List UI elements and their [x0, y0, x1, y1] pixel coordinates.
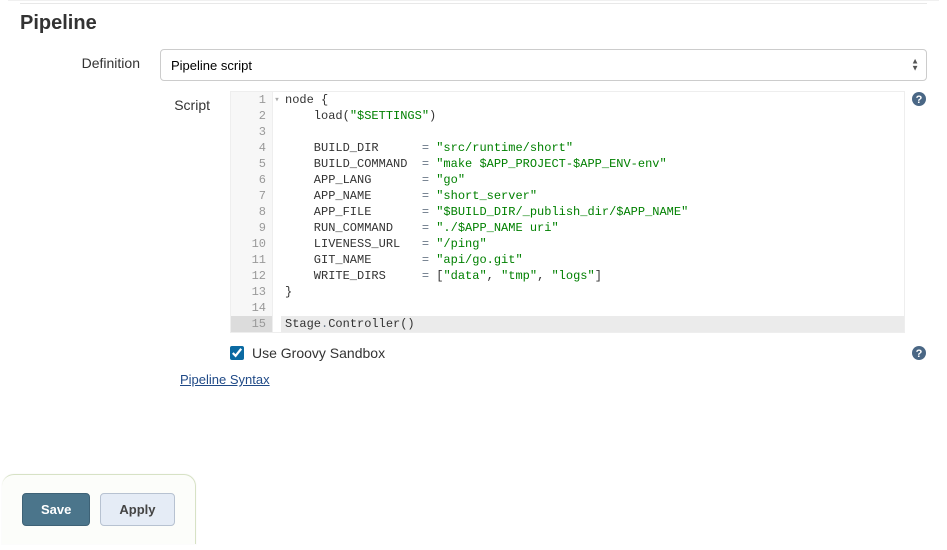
code-text[interactable]: Stage.Controller()	[281, 316, 904, 332]
code-line[interactable]: 2 load("$SETTINGS")	[231, 108, 904, 124]
line-number: 4	[231, 140, 273, 156]
line-number: 6	[231, 172, 273, 188]
definition-select[interactable]: Pipeline script	[160, 49, 927, 81]
fold-icon	[273, 316, 281, 332]
help-icon[interactable]: ?	[905, 91, 927, 107]
line-number: 7	[231, 188, 273, 204]
code-text[interactable]: APP_NAME = "short_server"	[281, 188, 904, 204]
code-text[interactable]: APP_LANG = "go"	[281, 172, 904, 188]
line-number: 15	[231, 316, 273, 332]
fold-icon	[273, 108, 281, 124]
code-line[interactable]: 6 APP_LANG = "go"	[231, 172, 904, 188]
code-text[interactable]	[281, 300, 904, 316]
fold-icon	[273, 140, 281, 156]
svg-text:?: ?	[916, 348, 923, 360]
code-text[interactable]: node {	[281, 92, 904, 108]
svg-text:?: ?	[916, 94, 923, 106]
line-number: 8	[231, 204, 273, 220]
fold-icon[interactable]: ▾	[273, 92, 281, 108]
code-line[interactable]: 15 Stage.Controller()	[231, 316, 904, 332]
code-text[interactable]: BUILD_COMMAND = "make $APP_PROJECT-$APP_…	[281, 156, 904, 172]
save-button[interactable]: Save	[22, 493, 90, 526]
script-editor[interactable]: 1▾node {2 load("$SETTINGS")34 BUILD_DIR …	[230, 91, 905, 333]
help-icon[interactable]: ?	[905, 345, 927, 361]
code-text[interactable]: GIT_NAME = "api/go.git"	[281, 252, 904, 268]
button-bar: Save Apply	[2, 474, 196, 544]
fold-icon	[273, 172, 281, 188]
line-number: 9	[231, 220, 273, 236]
line-number: 10	[231, 236, 273, 252]
code-text[interactable]: APP_FILE = "$BUILD_DIR/_publish_dir/$APP…	[281, 204, 904, 220]
fold-icon	[273, 188, 281, 204]
section-title: Pipeline	[20, 3, 927, 49]
line-number: 11	[231, 252, 273, 268]
line-number: 2	[231, 108, 273, 124]
code-text[interactable]: LIVENESS_URL = "/ping"	[281, 236, 904, 252]
code-text[interactable]: RUN_COMMAND = "./$APP_NAME uri"	[281, 220, 904, 236]
line-number: 1	[231, 92, 273, 108]
apply-button[interactable]: Apply	[100, 493, 174, 526]
code-line[interactable]: 4 BUILD_DIR = "src/runtime/short"	[231, 140, 904, 156]
fold-icon	[273, 252, 281, 268]
line-number: 13	[231, 284, 273, 300]
groovy-sandbox-label: Use Groovy Sandbox	[252, 345, 905, 361]
code-line[interactable]: 12 WRITE_DIRS = ["data", "tmp", "logs"]	[231, 268, 904, 284]
line-number: 14	[231, 300, 273, 316]
script-label: Script	[20, 91, 230, 113]
code-line[interactable]: 5 BUILD_COMMAND = "make $APP_PROJECT-$AP…	[231, 156, 904, 172]
code-line[interactable]: 3	[231, 124, 904, 140]
fold-icon	[273, 204, 281, 220]
pipeline-syntax-link[interactable]: Pipeline Syntax	[180, 372, 270, 387]
code-line[interactable]: 9 RUN_COMMAND = "./$APP_NAME uri"	[231, 220, 904, 236]
code-line[interactable]: 8 APP_FILE = "$BUILD_DIR/_publish_dir/$A…	[231, 204, 904, 220]
definition-label: Definition	[20, 49, 160, 71]
code-text[interactable]	[281, 124, 904, 140]
code-line[interactable]: 13}	[231, 284, 904, 300]
code-text[interactable]: load("$SETTINGS")	[281, 108, 904, 124]
line-number: 12	[231, 268, 273, 284]
fold-icon	[273, 268, 281, 284]
fold-icon	[273, 300, 281, 316]
code-text[interactable]: }	[281, 284, 904, 300]
code-line[interactable]: 11 GIT_NAME = "api/go.git"	[231, 252, 904, 268]
code-line[interactable]: 1▾node {	[231, 92, 904, 108]
fold-icon	[273, 284, 281, 300]
fold-icon	[273, 220, 281, 236]
code-text[interactable]: WRITE_DIRS = ["data", "tmp", "logs"]	[281, 268, 904, 284]
line-number: 5	[231, 156, 273, 172]
fold-icon	[273, 156, 281, 172]
code-line[interactable]: 10 LIVENESS_URL = "/ping"	[231, 236, 904, 252]
line-number: 3	[231, 124, 273, 140]
groovy-sandbox-checkbox[interactable]	[230, 346, 244, 360]
fold-icon	[273, 124, 281, 140]
code-line[interactable]: 14	[231, 300, 904, 316]
code-text[interactable]: BUILD_DIR = "src/runtime/short"	[281, 140, 904, 156]
code-line[interactable]: 7 APP_NAME = "short_server"	[231, 188, 904, 204]
fold-icon	[273, 236, 281, 252]
